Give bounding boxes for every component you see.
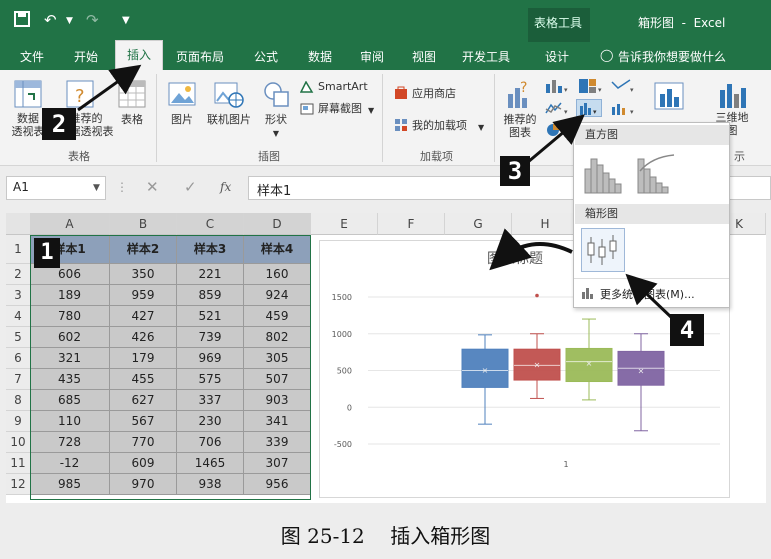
arrow-1 xyxy=(489,228,573,271)
step-badge-4: 4 xyxy=(670,314,704,346)
step-badge-2: 2 xyxy=(42,108,76,140)
figure-caption: 图 25-12 插入箱形图 xyxy=(280,524,491,548)
arrow-3 xyxy=(527,114,585,164)
step-badge-3: 3 xyxy=(500,156,530,186)
step-badge-1: 1 xyxy=(34,238,60,268)
arrow-4 xyxy=(625,273,674,320)
arrow-2 xyxy=(77,64,142,112)
annotation-arrows xyxy=(77,64,674,320)
